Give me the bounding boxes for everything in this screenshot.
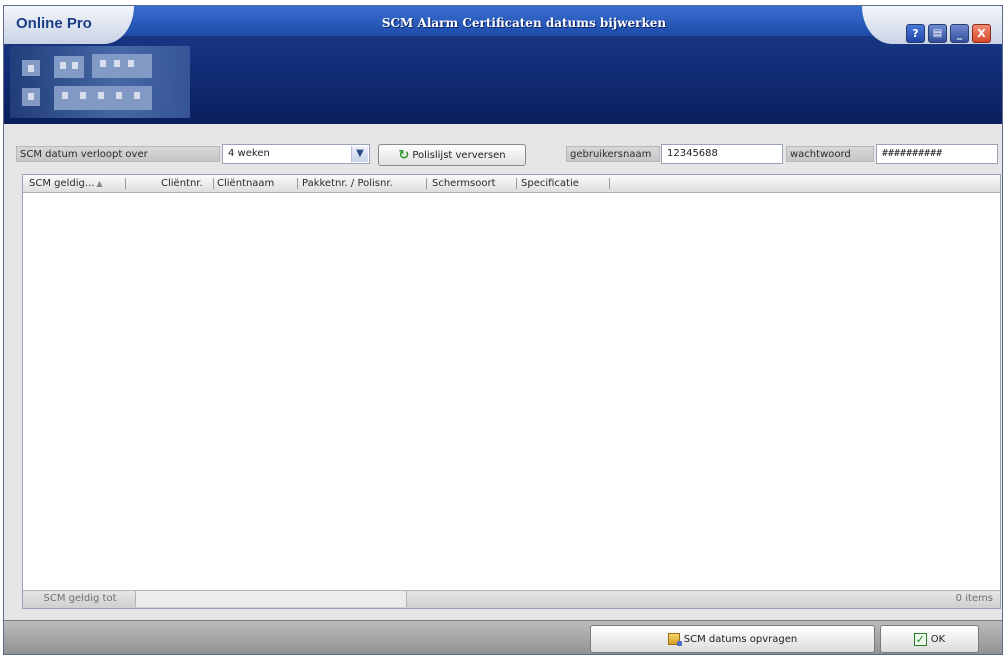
sort-indicator-icon: ▲	[96, 179, 103, 188]
grid-footer: SCM geldig tot 0 items	[23, 590, 1000, 608]
username-field[interactable]: 12345688	[661, 144, 783, 164]
refresh-policy-list-button[interactable]: ↻ Polislijst verversen	[378, 144, 526, 166]
ok-button[interactable]: ✓ OK	[880, 625, 979, 653]
column-header-client-name[interactable]: Cliëntnaam	[217, 175, 274, 192]
expiry-label: SCM datum verloopt over	[16, 146, 220, 162]
column-separator[interactable]	[609, 178, 610, 189]
help-button[interactable]: ?	[906, 24, 925, 43]
refresh-policy-list-label: Polislijst verversen	[412, 149, 506, 161]
username-label: gebruikersnaam	[566, 146, 660, 162]
column-header-screen-type[interactable]: Schermsoort	[432, 175, 496, 192]
item-count: 0 items	[955, 593, 993, 604]
request-scm-dates-button[interactable]: SCM datums opvragen	[590, 625, 875, 653]
group-summary-cell	[136, 591, 407, 607]
column-header-client-number[interactable]: Cliëntnr.	[161, 175, 203, 192]
column-header-specification[interactable]: Specificatie	[521, 175, 579, 192]
brand-name: Online Pro	[16, 15, 92, 32]
window-title: SCM Alarm Certificaten datums bijwerken	[381, 16, 667, 30]
chevron-down-icon[interactable]: ▼	[351, 146, 368, 162]
close-button[interactable]: X	[972, 24, 991, 43]
column-separator[interactable]	[297, 178, 298, 189]
password-field[interactable]: ##########	[876, 144, 998, 164]
column-separator[interactable]	[426, 178, 427, 189]
refresh-icon: ↻	[398, 147, 410, 163]
column-header-label: SCM geldig...	[29, 178, 95, 189]
request-scm-dates-label: SCM datums opvragen	[683, 633, 798, 645]
brand-tab: Online Pro	[4, 6, 134, 44]
column-separator[interactable]	[516, 178, 517, 189]
action-bar: SCM datums opvragen ✓ OK	[4, 620, 1002, 654]
ok-label: OK	[930, 633, 946, 645]
building-logo-icon	[10, 46, 190, 118]
column-header-package-policy[interactable]: Pakketnr. / Polisnr.	[302, 175, 393, 192]
document-button[interactable]: ▤	[928, 24, 947, 43]
group-label: SCM geldig tot	[25, 591, 136, 607]
column-header-scm-valid[interactable]: SCM geldig... ▲	[29, 175, 103, 192]
expiry-select[interactable]: 4 weken ▼	[222, 144, 370, 164]
expiry-select-value: 4 weken	[228, 148, 270, 159]
certificate-icon	[667, 633, 682, 646]
minimize-button[interactable]: _	[950, 24, 969, 43]
window-header: Online Pro SCM Alarm Certificaten datums…	[4, 6, 1002, 124]
column-separator[interactable]	[125, 178, 126, 189]
column-separator[interactable]	[213, 178, 214, 189]
check-icon: ✓	[913, 632, 927, 646]
main-window: Online Pro SCM Alarm Certificaten datums…	[3, 5, 1003, 655]
certificate-grid: SCM geldig... ▲ Cliëntnr. Cliëntnaam Pakk…	[22, 174, 1001, 609]
password-label: wachtwoord	[786, 146, 874, 162]
grid-header: SCM geldig... ▲ Cliëntnr. Cliëntnaam Pakk…	[23, 175, 1000, 193]
